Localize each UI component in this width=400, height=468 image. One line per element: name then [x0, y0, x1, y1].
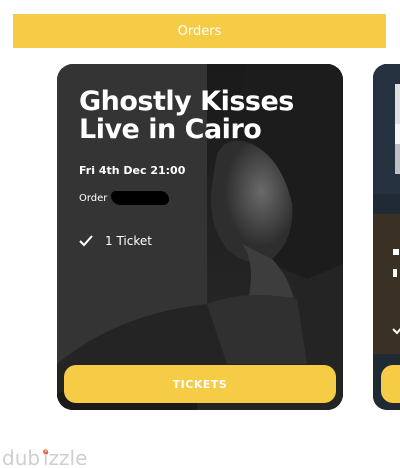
order-label: Order — [79, 192, 108, 204]
redaction-mark — [111, 191, 170, 205]
svg-text:dub: dub — [2, 447, 40, 468]
order-row: Order — [79, 191, 170, 205]
next-event-photo — [373, 64, 400, 410]
orders-label: Orders — [177, 23, 222, 39]
watermark-logo: dub izzle — [0, 447, 150, 468]
tickets-button[interactable]: TICKETS — [64, 365, 336, 403]
event-card[interactable]: Ghostly Kisses Live in Cairo Fri 4th Dec… — [57, 64, 343, 410]
ticket-count-row: 1 Ticket — [79, 234, 152, 248]
orders-bar[interactable]: Orders — [13, 14, 386, 48]
watermark-text-rest: izzle — [43, 447, 87, 468]
event-date: Fri 4th Dec 21:00 — [79, 164, 186, 177]
check-icon — [79, 235, 93, 247]
next-event-card[interactable] — [373, 64, 400, 410]
ticket-count: 1 Ticket — [105, 234, 152, 248]
next-tickets-button[interactable] — [381, 365, 400, 403]
event-title: Ghostly Kisses Live in Cairo — [79, 86, 294, 145]
